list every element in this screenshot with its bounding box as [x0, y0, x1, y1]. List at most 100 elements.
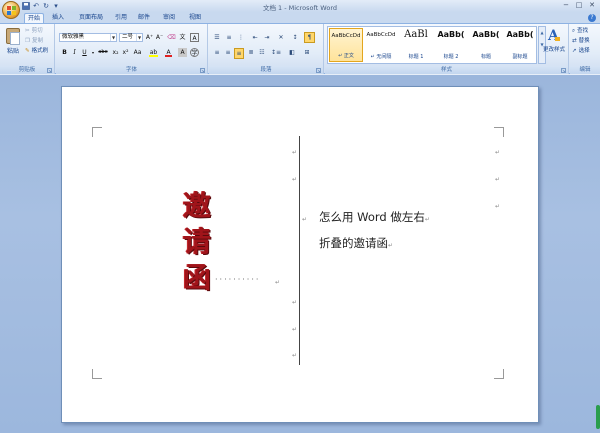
replace-label: 替换 — [578, 38, 590, 44]
clipboard-icon — [6, 28, 20, 45]
underline-button[interactable]: U — [80, 48, 89, 57]
close-button[interactable]: ✕ — [586, 1, 598, 10]
phonetic-guide-icon[interactable]: 文 — [178, 33, 187, 42]
scroll-indicator[interactable] — [596, 405, 600, 429]
change-case-button[interactable]: Aa — [132, 48, 143, 57]
font-launcher-icon[interactable]: ↘ — [200, 68, 205, 73]
style-no-spacing[interactable]: AaBbCcDd ↵ 无间隔 — [364, 28, 398, 62]
cursor-icon: ➚ — [572, 48, 577, 54]
sort-icon[interactable]: ↕ — [290, 33, 300, 42]
highlight-button[interactable]: ab — [148, 48, 159, 57]
clear-format-icon[interactable]: ⌫ — [167, 33, 176, 42]
chevron-down-icon[interactable]: ▾ — [90, 48, 96, 57]
change-styles-button[interactable]: A 更改样式 — [541, 27, 567, 53]
replace-button[interactable]: ⇄ 替换 — [572, 37, 590, 45]
enclose-char-icon[interactable]: 字 — [190, 48, 199, 57]
grow-font-button[interactable]: A⁺ — [145, 33, 154, 42]
styles-launcher-icon[interactable]: ↘ — [561, 68, 566, 73]
minimize-button[interactable]: − — [560, 1, 572, 10]
style-heading-2[interactable]: AaBb( 标题 2 — [434, 28, 468, 62]
paragraph-mark: ↵ — [292, 326, 298, 333]
cut-label: 剪切 — [31, 28, 43, 34]
document-page[interactable]: ↵ ↵ ↵ ↵ ↵ ↵ ↵ ↵ ↵ 邀 请 函 ·········· ↵ 怎么用… — [61, 86, 539, 423]
multilevel-list-icon[interactable]: ⋮ — [236, 33, 246, 42]
text-direction-icon[interactable]: ✕ — [276, 33, 286, 42]
align-right-icon[interactable]: ≡ — [234, 48, 244, 59]
cut-button[interactable]: ✂ 剪切 — [25, 27, 43, 35]
styles-group-label: 样式 — [325, 66, 568, 74]
paragraph-mark: ↵ — [292, 299, 298, 306]
font-size-value: 二号 — [122, 34, 134, 40]
style-sample: AaBb( — [472, 30, 500, 39]
align-left-icon[interactable]: ≡ — [212, 48, 222, 57]
chevron-down-icon[interactable]: ▼ — [136, 34, 142, 41]
style-normal[interactable]: AaBbCcDd ↵ 正文 — [329, 28, 363, 62]
body-text: 怎么用 Word 做左右 — [319, 210, 425, 224]
increase-indent-icon[interactable]: ⇥ — [262, 33, 272, 42]
window-controls: − □ ✕ — [560, 1, 598, 10]
decrease-indent-icon[interactable]: ⇤ — [250, 33, 260, 42]
font-color-swatch — [165, 55, 172, 57]
window-title: 文档 1 - Microsoft Word — [262, 4, 338, 12]
line-spacing-icon[interactable]: ↕≡ — [270, 48, 282, 57]
font-size-field[interactable]: 二号 ▼ — [119, 33, 143, 42]
ribbon: 粘贴 ✂ 剪切 ❐ 复制 ✎ 格式刷 剪贴板 ↘ 微软雅黑 ▼ 二号 ▼ A⁺ … — [0, 23, 600, 74]
crop-mark — [494, 127, 504, 137]
brush-icon: ✎ — [25, 48, 30, 54]
find-button[interactable]: ⌕ 查找 — [572, 27, 588, 35]
style-sample: AaBbCcDd — [366, 32, 396, 38]
superscript-button[interactable]: x² — [121, 48, 130, 57]
justify-icon[interactable]: ≣ — [246, 48, 256, 57]
find-label: 查找 — [577, 28, 589, 34]
paragraph-mark: ↵ — [424, 216, 430, 223]
fold-divider-line — [299, 136, 300, 365]
paragraph-mark: ↵ — [388, 242, 394, 249]
font-color-button[interactable]: A — [164, 48, 173, 57]
office-button[interactable] — [2, 1, 20, 19]
copy-label: 复制 — [31, 38, 43, 44]
paste-label: 粘贴 — [6, 48, 19, 55]
numbering-icon[interactable]: ≡ — [224, 33, 234, 42]
strikethrough-button[interactable]: abe — [97, 48, 109, 57]
paragraph-mark: ↵ — [292, 352, 298, 359]
crop-mark — [92, 369, 102, 379]
shrink-font-button[interactable]: A⁻ — [155, 33, 164, 42]
office-logo-icon — [7, 6, 16, 15]
change-styles-label: 更改样式 — [542, 47, 565, 53]
subscript-button[interactable]: x₂ — [111, 48, 120, 57]
copy-icon: ❐ — [25, 38, 30, 44]
paste-button[interactable]: 粘贴 — [3, 27, 23, 63]
copy-button[interactable]: ❐ 复制 — [25, 37, 43, 45]
body-text-line-1[interactable]: 怎么用 Word 做左右↵ — [319, 209, 430, 225]
paragraph-mark: ↵ — [495, 203, 501, 210]
clipboard-launcher-icon[interactable]: ↘ — [47, 68, 52, 73]
maximize-button[interactable]: □ — [573, 1, 585, 10]
font-name-field[interactable]: 微软雅黑 ▼ — [59, 33, 117, 42]
highlight-swatch — [149, 55, 158, 57]
style-subtitle[interactable]: AaBb( 副标题 — [503, 28, 537, 62]
paragraph-launcher-icon[interactable]: ↘ — [316, 68, 321, 73]
borders-icon[interactable]: ⊞ — [301, 48, 313, 57]
style-name: ↵ 正文 — [338, 53, 354, 59]
invite-char-3: 函 — [182, 261, 211, 294]
char-border-button[interactable]: A — [190, 33, 199, 42]
align-center-icon[interactable]: ≡ — [223, 48, 233, 57]
shading-icon[interactable]: ◧ — [286, 48, 298, 57]
show-marks-icon[interactable]: ¶ — [304, 32, 315, 43]
select-label: 选择 — [578, 48, 590, 54]
bold-button[interactable]: B — [60, 48, 69, 57]
replace-icon: ⇄ — [572, 38, 577, 44]
style-heading-1[interactable]: AaBl 标题 1 — [399, 28, 433, 62]
char-shading-button[interactable]: A — [178, 48, 187, 57]
body-text-line-2[interactable]: 折叠的邀请函↵ — [319, 235, 393, 251]
body-text: 折叠的邀请函 — [319, 236, 388, 250]
select-button[interactable]: ➚ 选择 — [572, 47, 590, 55]
italic-button[interactable]: I — [70, 48, 79, 57]
distribute-icon[interactable]: ☷ — [257, 48, 267, 57]
help-icon[interactable]: ? — [588, 14, 596, 22]
format-painter-button[interactable]: ✎ 格式刷 — [25, 47, 48, 55]
style-title[interactable]: AaBb( 标题 — [469, 28, 503, 62]
bullets-icon[interactable]: ☰ — [212, 33, 222, 42]
chevron-down-icon[interactable]: ▼ — [110, 34, 116, 41]
invite-char-1: 邀 — [182, 189, 211, 222]
